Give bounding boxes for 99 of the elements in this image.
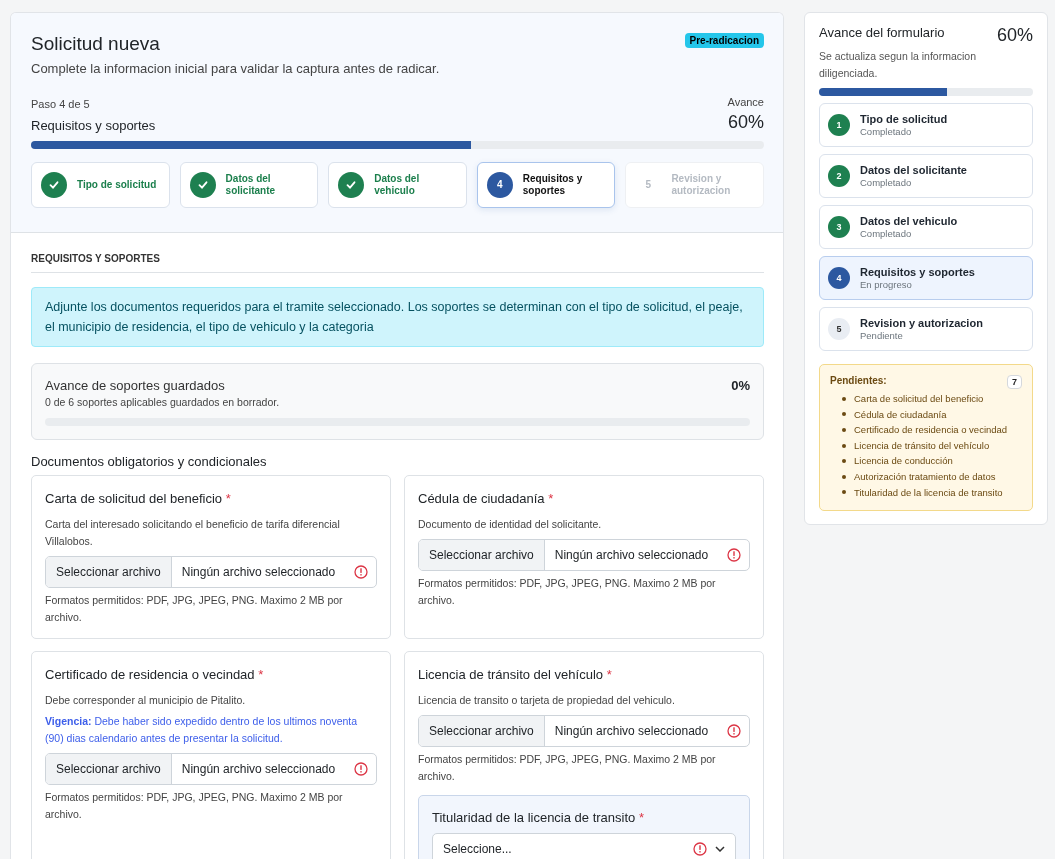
pending-count: 7 xyxy=(1007,375,1022,389)
step-tab[interactable]: Tipo de solicitud xyxy=(31,162,170,208)
section-title: REQUISITOS Y SOPORTES xyxy=(31,253,764,273)
required-mark: * xyxy=(638,810,644,825)
file-status: Ningún archivo seleccionado xyxy=(553,724,710,738)
status-badge: Pre-radicacion xyxy=(684,33,764,48)
saved-progress-title: Avance de soportes guardados xyxy=(45,378,226,393)
check-icon xyxy=(49,180,59,190)
bullet-icon xyxy=(842,474,846,479)
step-number: 4 xyxy=(486,172,513,198)
step-title: Revision y autorizacion xyxy=(860,317,983,329)
check-icon xyxy=(197,180,208,190)
validity-note: Vigencia: Debe haber sido expedido dentro de los ultimos noventa (90) dias calendario antes de presentar la solicitud. xyxy=(45,714,359,746)
step-caption: Paso 4 de 5 xyxy=(31,98,91,110)
step-label: Datos del solicitante xyxy=(225,173,277,197)
document-title: Licencia de tránsito del vehículo xyxy=(418,667,603,682)
step-item[interactable]: 4 Requisitos y soportes En progreso xyxy=(819,256,1033,300)
document-title: Carta de solicitud del beneficio xyxy=(45,491,223,506)
step-tab[interactable]: Datos del solicitante xyxy=(179,162,319,208)
required-mark: * xyxy=(606,667,612,682)
step-status: Completado xyxy=(860,228,913,239)
document-description: Debe corresponder al municipio de Pitalito. xyxy=(45,693,247,708)
choose-file-button[interactable]: Seleccionar archivo xyxy=(46,557,172,587)
step-item[interactable]: 3 Datos del vehiculo Completado xyxy=(819,205,1033,249)
pending-item: Licencia de conducción xyxy=(854,454,953,469)
step-label: Tipo de solicitud xyxy=(77,179,157,191)
saved-progress-detail: 0 de 6 soportes aplicables guardados en borrador. xyxy=(45,396,280,408)
bullet-icon xyxy=(842,396,846,401)
file-input[interactable]: Seleccionar archivo Ningún archivo seleccionado xyxy=(418,715,750,747)
step-number: 5 xyxy=(828,318,850,340)
pending-item: Cédula de ciudadanía xyxy=(854,407,947,422)
check-icon xyxy=(346,180,357,190)
step-number: 1 xyxy=(828,114,850,136)
step-number: 2 xyxy=(828,165,850,187)
format-hint: Formatos permitidos: PDF, JPG, JPEG, PNG. Maximo 2 MB por archivo. xyxy=(418,752,717,784)
step-status: Pendiente xyxy=(860,330,904,341)
field-label: Titularidad de la licencia de transito xyxy=(432,810,636,825)
select-field[interactable]: Seleccione... xyxy=(432,833,736,859)
step-title: Requisitos y soportes xyxy=(860,266,975,278)
step-title: Datos del solicitante xyxy=(860,164,967,176)
bullet-icon xyxy=(842,459,846,464)
format-hint: Formatos permitidos: PDF, JPG, JPEG, PNG. Maximo 2 MB por archivo. xyxy=(418,576,717,608)
pending-item: Autorización tratamiento de datos xyxy=(854,469,996,484)
step-label: Revision y autorizacion xyxy=(671,173,732,197)
bullet-icon xyxy=(842,428,846,432)
step-label: Datos del vehiculo xyxy=(374,173,421,197)
pending-item: Titularidad de la licencia de transito xyxy=(854,485,1003,500)
bullet-icon xyxy=(842,443,846,448)
step-title: Requisitos y soportes xyxy=(31,118,156,133)
file-status: Ningún archivo seleccionado xyxy=(180,762,337,776)
document-description: Documento de identidad del solicitante. xyxy=(418,517,603,532)
pending-item: Certificado de residencia o vecindad xyxy=(854,423,1008,438)
file-status: Ningún archivo seleccionado xyxy=(553,548,710,562)
step-status: Completado xyxy=(860,126,913,137)
step-number: 3 xyxy=(828,216,850,238)
pending-item: Carta de solicitud del beneficio xyxy=(854,392,984,406)
saved-progress-value: 0% xyxy=(731,378,750,393)
step-number: 4 xyxy=(828,267,850,289)
page-subtitle: Complete la informacion inicial para validar la captura antes de radicar. xyxy=(31,61,441,76)
pending-item: Licencia de tránsito del vehículo xyxy=(854,438,990,453)
step-item[interactable]: 5 Revision y autorizacion Pendiente xyxy=(819,307,1033,351)
info-alert: Adjunte los documentos requeridos para el tramite seleccionado. Los soportes se determinan con el tipo de solicitud, el peaje, el municipio de residencia, el tipo de vehiculo y la categoria xyxy=(31,287,764,347)
step-tab[interactable]: Datos del vehiculo xyxy=(328,162,467,208)
step-item[interactable]: 1 Tipo de solicitud Completado xyxy=(819,103,1033,147)
choose-file-button[interactable]: Seleccionar archivo xyxy=(419,540,545,570)
format-hint: Formatos permitidos: PDF, JPG, JPEG, PNG. Maximo 2 MB por archivo. xyxy=(45,593,344,625)
step-item[interactable]: 2 Datos del solicitante Completado xyxy=(819,154,1033,198)
chevron-down-icon xyxy=(715,846,725,852)
bullet-icon xyxy=(842,412,846,417)
sidebar-subtitle: Se actualiza segun la informacion diligenciada. xyxy=(819,49,977,81)
format-hint: Formatos permitidos: PDF, JPG, JPEG, PNG. Maximo 2 MB por archivo. xyxy=(45,790,344,822)
sidebar-title: Avance del formulario xyxy=(819,25,945,40)
sidebar-progress-value: 60% xyxy=(996,25,1033,46)
required-mark: * xyxy=(548,491,554,506)
file-status: Ningún archivo seleccionado xyxy=(180,565,337,579)
step-status: En progreso xyxy=(860,279,913,290)
progress-caption: Avance xyxy=(727,96,764,108)
document-description: Licencia de transito o tarjeta de propiedad del vehiculo. xyxy=(418,693,676,708)
step-number: 5 xyxy=(644,178,653,192)
documents-heading: Documentos obligatorios y condicionales xyxy=(31,454,268,469)
document-description: Carta del interesado solicitando el beneficio de tarifa diferencial Villalobos. xyxy=(45,517,341,549)
choose-file-button[interactable]: Seleccionar archivo xyxy=(46,754,172,784)
file-input[interactable]: Seleccionar archivo Ningún archivo seleccionado xyxy=(45,753,377,785)
step-tab[interactable]: 4 Requisitos y soportes xyxy=(476,162,616,208)
file-input[interactable]: Seleccionar archivo Ningún archivo seleccionado xyxy=(418,539,750,571)
step-title: Datos del vehiculo xyxy=(860,215,958,227)
pending-title: Pendientes: xyxy=(830,375,887,386)
page-title: Solicitud nueva xyxy=(31,33,160,55)
step-label: Requisitos y soportes xyxy=(522,173,584,197)
required-mark: * xyxy=(225,491,231,506)
document-title: Certificado de residencia o vecindad xyxy=(45,667,255,682)
document-title: Cédula de ciudadanía xyxy=(418,491,545,506)
step-title: Tipo de solicitud xyxy=(860,113,948,125)
file-input[interactable]: Seleccionar archivo Ningún archivo seleccionado xyxy=(45,556,377,588)
progress-value: 60% xyxy=(727,112,764,133)
bullet-icon xyxy=(842,490,846,495)
choose-file-button[interactable]: Seleccionar archivo xyxy=(419,716,545,746)
step-status: Completado xyxy=(860,177,913,188)
required-mark: * xyxy=(258,667,264,682)
